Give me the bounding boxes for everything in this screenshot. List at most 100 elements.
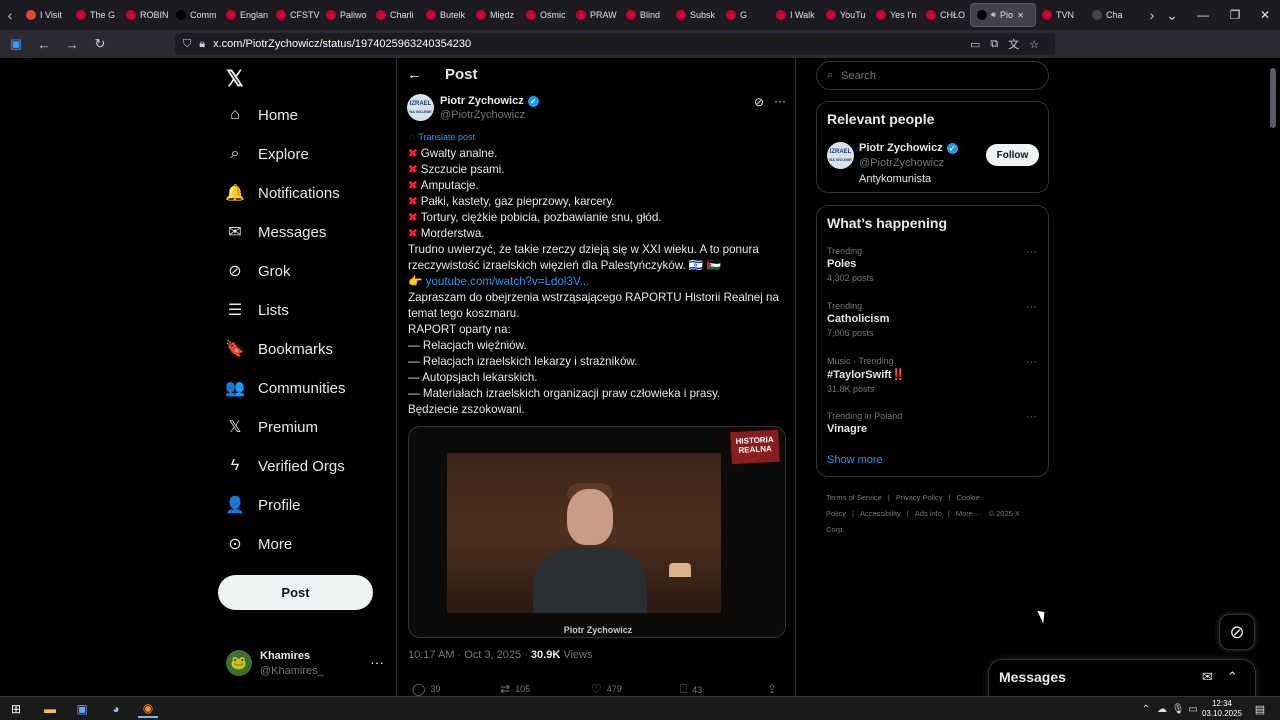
nav-item-notifications[interactable]: 🔔 Notifications — [225, 178, 340, 208]
nav-item-home[interactable]: ⌂ Home — [226, 100, 298, 130]
scrollbar-thumb[interactable] — [1270, 68, 1276, 128]
browser-tab[interactable]: Subsk — [670, 0, 720, 30]
retweet-icon[interactable]: ⇄ — [500, 682, 510, 696]
translate-post-link[interactable]: ◌ Translate post — [409, 132, 475, 142]
browser-tab[interactable]: Charli — [370, 0, 420, 30]
account-switcher[interactable]: 🐸 Khamires @Khamires_ ··· — [226, 648, 386, 684]
lock-icon[interactable]: 🔒︎ — [199, 38, 205, 51]
grok-floating-button[interactable]: ⊘ — [1219, 614, 1255, 650]
author-avatar[interactable]: IZRAEL NA WOJNIE — [407, 94, 434, 121]
browser-tab[interactable]: I Walk — [770, 0, 820, 30]
steam-icon[interactable]: ◕ — [106, 700, 126, 718]
author-handle[interactable]: @PiotrZychowicz — [440, 109, 525, 121]
account-more-icon[interactable]: ··· — [370, 654, 384, 670]
browser-tab[interactable]: Englan — [220, 0, 270, 30]
browser-tab[interactable]: G — [720, 0, 770, 30]
expand-drawer-icon[interactable]: ⌃ — [1227, 669, 1238, 685]
trend-item[interactable]: Trending Catholicism 7,006 posts ··· — [827, 301, 1039, 338]
browser-tab[interactable]: Blind — [620, 0, 670, 30]
follow-button[interactable]: Follow — [986, 144, 1039, 166]
share-icon[interactable]: ⇪ — [767, 682, 777, 696]
sidebar-toggle-icon[interactable]: ▣ — [4, 32, 28, 56]
app-window-icon[interactable]: ▣ — [72, 700, 92, 718]
taskbar-clock[interactable]: 12:34 03.10.2025 — [1198, 699, 1246, 719]
trend-name[interactable]: Poles — [827, 258, 1039, 270]
translate-icon[interactable]: 文 — [1008, 36, 1019, 52]
nav-item-lists[interactable]: ☰ Lists — [226, 295, 289, 325]
browser-tab[interactable]: Butelk — [420, 0, 470, 30]
nav-item-bookmarks[interactable]: 🔖 Bookmarks — [225, 334, 333, 364]
browser-tab[interactable]: TVN — [1036, 0, 1086, 30]
tab-close-icon[interactable]: ✕ — [1017, 11, 1024, 20]
footer-link[interactable]: More ··· — [956, 509, 983, 518]
trend-more-icon[interactable]: ··· — [1026, 301, 1037, 313]
back-arrow-icon[interactable]: ← — [407, 66, 422, 83]
url-bar[interactable]: ⛉ 🔒︎ x.com/PiotrZychowicz/status/1974025… — [175, 33, 1055, 55]
share-action[interactable]: ⇪ — [767, 682, 782, 696]
author-name[interactable]: Piotr Zychowicz ✓ — [440, 95, 539, 107]
bookmark-action[interactable]: ⎕ 43 — [680, 682, 702, 696]
list-all-tabs-icon[interactable]: ⌄ — [1162, 7, 1182, 24]
notification-center-icon[interactable]: ▤ — [1250, 700, 1270, 718]
search-input[interactable]: ⌕ Search — [816, 61, 1049, 90]
bookmark-star-icon[interactable]: ☆ — [1029, 38, 1039, 51]
post-text-line[interactable]: 👉 youtube.com/watch?v=Ldol3V... — [408, 274, 788, 290]
tab-audio-icon[interactable]: 🔊︎ — [991, 10, 996, 20]
browser-tab[interactable]: Cha — [1086, 0, 1136, 30]
like-action[interactable]: ♡ 479 — [591, 682, 622, 696]
timestamp-text[interactable]: 10:17 AM · Oct 3, 2025 · — [408, 649, 531, 661]
firefox-icon[interactable]: ◉ — [138, 700, 158, 718]
tab-active[interactable]: 🔊︎ Pio ✕ — [970, 3, 1036, 27]
nav-item-messages[interactable]: ✉ Messages — [226, 217, 326, 247]
browser-tab[interactable]: PRAW — [570, 0, 620, 30]
windows-start-icon[interactable]: ⊞ — [6, 700, 26, 718]
retweet-action[interactable]: ⇄ 105 — [500, 682, 530, 696]
relevant-person-name-text[interactable]: Piotr Zychowicz — [859, 142, 943, 154]
nav-item-grok[interactable]: ⊘ Grok — [226, 256, 290, 286]
page-scrollbar[interactable] — [1268, 58, 1278, 696]
trend-item[interactable]: Music · Trending #TaylorSwift‼️ 31.8K post… — [827, 356, 1039, 394]
new-message-icon[interactable]: ✉ — [1202, 669, 1213, 685]
embedded-video[interactable]: HISTORIA REALNA Piotr Zychowicz — [408, 426, 786, 638]
browser-tab[interactable]: YouTu — [820, 0, 870, 30]
footer-link[interactable]: Ads info — [915, 509, 942, 518]
browser-tab[interactable]: Comm — [170, 0, 220, 30]
reader-view-icon[interactable]: ▭ — [970, 38, 980, 51]
relevant-person-name[interactable]: Piotr Zychowicz ✓ — [859, 142, 958, 154]
footer-link[interactable]: Privacy Policy — [896, 493, 943, 502]
tabs-scroll-left-icon[interactable]: ‹ — [0, 7, 20, 23]
post-timestamp[interactable]: 10:17 AM · Oct 3, 2025 · 30.9K Views — [408, 649, 592, 661]
trend-name[interactable]: Vinagre — [827, 423, 1039, 435]
back-icon[interactable]: ← — [32, 32, 56, 56]
messages-drawer[interactable]: Messages ✉ ⌃ — [988, 659, 1256, 696]
messages-drawer-title[interactable]: Messages — [999, 669, 1066, 685]
trend-more-icon[interactable]: ··· — [1026, 411, 1037, 423]
nav-item-premium[interactable]: 𝕏 Premium — [226, 412, 318, 442]
relevant-person-handle[interactable]: @PiotrZychowicz — [859, 157, 944, 169]
author-name-text[interactable]: Piotr Zychowicz — [440, 95, 524, 107]
trend-item[interactable]: Trending Poles 4,302 posts ··· — [827, 246, 1039, 283]
browser-tab[interactable]: ROBIN — [120, 0, 170, 30]
picture-in-picture-icon[interactable]: ⧉ — [990, 38, 998, 51]
nav-item-communities[interactable]: 👥 Communities — [225, 373, 345, 403]
restore-window-icon[interactable]: ❐ — [1218, 0, 1252, 30]
url-text[interactable]: x.com/PiotrZychowicz/status/197402596324… — [213, 38, 471, 50]
youtube-link[interactable]: youtube.com/watch?v=Ldol3V... — [426, 275, 590, 288]
browser-tab[interactable]: Paliwo — [320, 0, 370, 30]
browser-tab[interactable]: CHŁO — [920, 0, 970, 30]
browser-tab[interactable]: The G — [70, 0, 120, 30]
x-logo-icon[interactable]: 𝕏 — [226, 66, 244, 92]
browser-tab[interactable]: CFSTV — [270, 0, 320, 30]
show-more-link[interactable]: Show more — [827, 454, 883, 466]
footer-link[interactable]: Terms of Service — [826, 493, 882, 502]
minimize-window-icon[interactable]: — — [1186, 0, 1220, 30]
trend-name[interactable]: #TaylorSwift‼️ — [827, 368, 1039, 381]
browser-tab[interactable]: Yes I'n — [870, 0, 920, 30]
nav-item-more[interactable]: ⊙ More — [226, 529, 292, 559]
more-options-icon[interactable]: ··· — [774, 94, 786, 108]
reload-icon[interactable]: ↻ — [88, 32, 112, 56]
translate-label[interactable]: Translate post — [418, 132, 475, 142]
nav-item-verified-orgs[interactable]: ϟ Verified Orgs — [226, 451, 345, 481]
nav-item-explore[interactable]: ⌕ Explore — [226, 139, 309, 169]
post-button[interactable]: Post — [218, 575, 373, 610]
